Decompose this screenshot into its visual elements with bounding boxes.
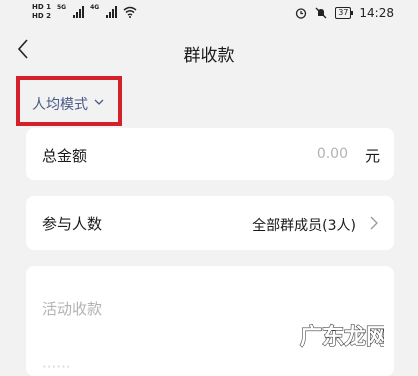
sim2-label: HD 2 xyxy=(32,12,51,20)
chevron-right-icon xyxy=(370,216,378,230)
total-amount-label: 总金额 xyxy=(42,147,88,165)
signal-icon xyxy=(106,6,118,18)
page-title: 群收款 xyxy=(183,46,235,66)
chevron-down-icon xyxy=(94,99,104,105)
status-right: 37 14:28 xyxy=(295,6,394,20)
participants-label: 参与人数 xyxy=(42,215,103,233)
currency-unit: 元 xyxy=(364,147,380,165)
battery-icon: 37 xyxy=(335,7,354,19)
alarm-icon xyxy=(296,8,307,19)
nav-bar: 群收款 xyxy=(0,28,418,72)
total-amount-row[interactable]: 总金额 0.00 元 xyxy=(26,128,394,180)
network2-label: 4G xyxy=(90,4,100,11)
status-left: HD 1 HD 2 5G 4G xyxy=(32,4,137,20)
sim1-label: HD 1 xyxy=(32,3,51,11)
mode-selector[interactable]: 人均模式 xyxy=(16,76,122,126)
watermark-logo: 广东龙网 xyxy=(299,323,384,350)
mode-selector-label: 人均模式 xyxy=(32,97,88,113)
description-hint: ······ xyxy=(42,358,71,376)
description-input[interactable]: 活动收款 xyxy=(42,298,102,319)
total-amount-input[interactable]: 0.00 xyxy=(317,146,348,162)
sim-indicators: HD 1 HD 2 xyxy=(32,4,51,20)
signal-icon xyxy=(73,6,85,18)
status-bar: HD 1 HD 2 5G 4G 37 14:28 xyxy=(0,0,418,28)
participants-value: 全部群成员(3人) xyxy=(252,218,356,234)
mute-icon xyxy=(315,7,327,19)
participants-row[interactable]: 参与人数 全部群成员(3人) xyxy=(26,196,394,250)
network1-label: 5G xyxy=(56,4,67,11)
status-time: 14:28 xyxy=(359,6,394,20)
wifi-icon xyxy=(123,6,137,18)
svg-text:广东龙网: 广东龙网 xyxy=(300,324,384,350)
